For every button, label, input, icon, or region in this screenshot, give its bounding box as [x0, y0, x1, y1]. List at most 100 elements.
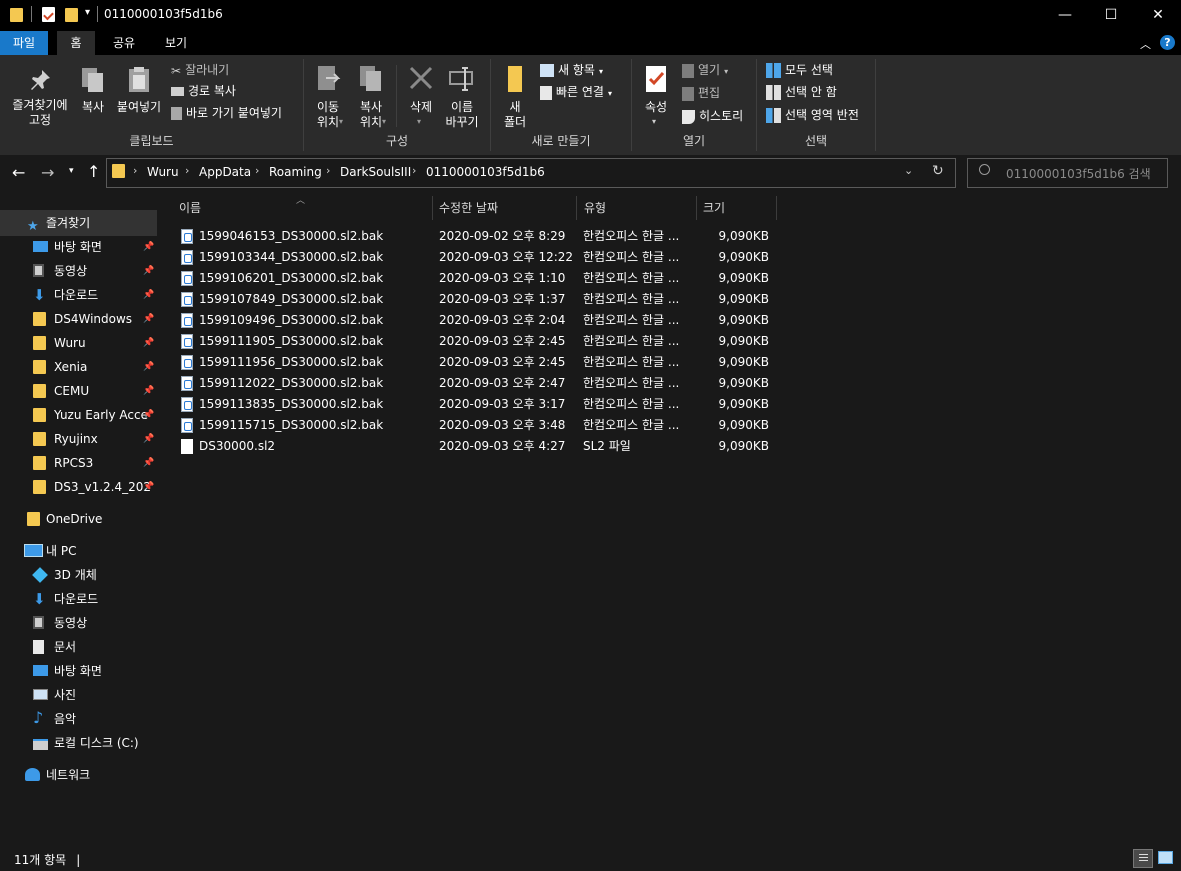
new-folder-quick-icon[interactable] — [65, 8, 78, 22]
edit-button[interactable]: 편집 — [682, 83, 720, 103]
paste-button[interactable]: 붙여넣기 — [114, 66, 164, 115]
history-button[interactable]: 히스토리 — [682, 106, 743, 126]
properties-button[interactable]: 속성 — [638, 64, 674, 115]
nav-pinned-item-0[interactable]: 바탕 화면 📌 — [0, 235, 157, 259]
address-history-chevron-icon[interactable]: ⌄ — [904, 164, 913, 177]
collapse-ribbon-icon[interactable]: ︿ — [1140, 36, 1151, 52]
minimize-button[interactable]: — — [1042, 0, 1088, 31]
nav-pc-item-0[interactable]: 3D 개체 — [0, 563, 157, 587]
pin-icon[interactable]: 📌 — [143, 451, 154, 475]
breadcrumb-item[interactable]: DarkSoulsIII — [340, 165, 411, 179]
pin-icon[interactable]: 📌 — [143, 475, 154, 499]
file-row[interactable]: 1599106201_DS30000.sl2.bak 2020-09-03 오후 … — [175, 268, 775, 289]
nav-quick-access[interactable]: ★ 즐겨찾기 — [0, 211, 157, 235]
delete-button[interactable]: 삭제 — [403, 64, 439, 115]
details-view-icon[interactable] — [1133, 849, 1153, 868]
nav-network[interactable]: 네트워크 — [0, 763, 157, 787]
new-folder-button[interactable]: 새 폴더 — [498, 64, 532, 130]
column-divider[interactable] — [432, 196, 433, 220]
breadcrumb-separator-icon[interactable]: › — [412, 164, 416, 177]
nav-pinned-item-3[interactable]: DS4Windows 📌 — [0, 307, 157, 331]
column-divider[interactable] — [576, 196, 577, 220]
nav-pinned-item-8[interactable]: Ryujinx 📌 — [0, 427, 157, 451]
file-row[interactable]: 1599103344_DS30000.sl2.bak 2020-09-03 오후 … — [175, 247, 775, 268]
maximize-button[interactable]: ☐ — [1088, 0, 1134, 31]
help-icon[interactable]: ? — [1160, 35, 1175, 50]
cut-button[interactable]: ✂ 잘라내기 — [171, 60, 229, 80]
pin-icon[interactable]: 📌 — [143, 403, 154, 427]
nav-pc-item-1[interactable]: ⬇ 다운로드 — [0, 587, 157, 611]
tab-file[interactable]: 파일 — [0, 31, 48, 55]
breadcrumb-item[interactable]: AppData — [199, 165, 251, 179]
file-row[interactable]: 1599112022_DS30000.sl2.bak 2020-09-03 오후 … — [175, 373, 775, 394]
breadcrumb-separator-icon[interactable]: › — [326, 164, 330, 177]
breadcrumb-separator-icon[interactable]: › — [255, 164, 259, 177]
pin-icon[interactable]: 📌 — [143, 235, 154, 259]
new-item-button[interactable]: 새 항목 ▾ — [540, 60, 603, 80]
pin-icon[interactable]: 📌 — [143, 307, 154, 331]
nav-pc-item-7[interactable]: 로컬 디스크 (C:) — [0, 731, 157, 755]
breadcrumb-item[interactable]: Wuru — [147, 165, 179, 179]
copy-path-button[interactable]: 경로 복사 — [171, 81, 236, 101]
file-row[interactable]: 1599107849_DS30000.sl2.bak 2020-09-03 오후 … — [175, 289, 775, 310]
nav-pinned-item-2[interactable]: ⬇ 다운로드 📌 — [0, 283, 157, 307]
column-divider[interactable] — [776, 196, 777, 220]
properties-quick-icon[interactable] — [42, 7, 55, 22]
breadcrumb-item[interactable]: Roaming — [269, 165, 322, 179]
file-row[interactable]: 1599046153_DS30000.sl2.bak 2020-09-02 오후 … — [175, 226, 775, 247]
pin-icon[interactable]: 📌 — [143, 283, 154, 307]
up-arrow-icon[interactable]: ↑ — [87, 162, 100, 181]
nav-pinned-item-7[interactable]: Yuzu Early Acce 📌 — [0, 403, 157, 427]
column-header-modified[interactable]: 수정한 날짜 — [439, 196, 498, 220]
nav-pc-item-3[interactable]: 문서 — [0, 635, 157, 659]
nav-pinned-item-6[interactable]: CEMU 📌 — [0, 379, 157, 403]
file-row[interactable]: 1599115715_DS30000.sl2.bak 2020-09-03 오후 … — [175, 415, 775, 436]
recent-locations-chevron-icon[interactable]: ▾ — [69, 166, 74, 176]
tab-view[interactable]: 보기 — [153, 31, 199, 55]
breadcrumb-separator-icon[interactable]: › — [185, 164, 189, 177]
large-icons-view-icon[interactable] — [1158, 851, 1173, 864]
nav-pinned-item-1[interactable]: 동영상 📌 — [0, 259, 157, 283]
file-row[interactable]: DS30000.sl2 2020-09-03 오후 4:27 SL2 파일 9,090… — [175, 436, 775, 457]
nav-pc-item-6[interactable]: ♪ 음악 — [0, 707, 157, 731]
nav-pc-item-2[interactable]: 동영상 — [0, 611, 157, 635]
pin-icon[interactable]: 📌 — [143, 259, 154, 283]
file-row[interactable]: 1599109496_DS30000.sl2.bak 2020-09-03 오후 … — [175, 310, 775, 331]
select-all-button[interactable]: 모두 선택 — [766, 60, 833, 80]
file-row[interactable]: 1599111905_DS30000.sl2.bak 2020-09-03 오후 … — [175, 331, 775, 352]
pin-to-quick-access-button[interactable]: 즐겨찾기에 고정 — [6, 68, 74, 128]
pin-icon[interactable]: 📌 — [143, 355, 154, 379]
pin-icon[interactable]: 📌 — [143, 331, 154, 355]
nav-pc-item-5[interactable]: 사진 — [0, 683, 157, 707]
column-header-size[interactable]: 크기 — [703, 196, 725, 220]
tab-share[interactable]: 공유 — [104, 31, 144, 55]
breadcrumb-separator-icon[interactable]: › — [133, 164, 137, 177]
column-header-name[interactable]: 이름 — [179, 196, 201, 220]
nav-pinned-item-10[interactable]: DS3_v1.2.4_202 📌 — [0, 475, 157, 499]
nav-pinned-item-5[interactable]: Xenia 📌 — [0, 355, 157, 379]
easy-access-button[interactable]: 빠른 연결 ▾ — [540, 82, 612, 102]
copy-button[interactable]: 복사 — [76, 66, 110, 115]
nav-pinned-item-9[interactable]: RPCS3 📌 — [0, 451, 157, 475]
select-none-button[interactable]: 선택 안 함 — [766, 82, 837, 102]
nav-pc-item-4[interactable]: 바탕 화면 — [0, 659, 157, 683]
nav-this-pc[interactable]: 내 PC — [0, 539, 157, 563]
breadcrumb-current[interactable]: 0110000103f5d1b6 — [426, 165, 545, 179]
back-arrow-icon[interactable]: ← — [12, 163, 25, 182]
refresh-icon[interactable]: ↻ — [932, 163, 944, 179]
paste-shortcut-button[interactable]: 바로 가기 붙여넣기 — [171, 103, 282, 123]
nav-onedrive[interactable]: OneDrive — [0, 507, 157, 531]
quick-access-toolbar-dropdown-icon[interactable]: ▾ — [85, 7, 90, 18]
pin-icon[interactable]: 📌 — [143, 427, 154, 451]
pin-icon[interactable]: 📌 — [143, 379, 154, 403]
tab-home[interactable]: 홈 — [57, 31, 95, 55]
rename-button[interactable]: 이름 바꾸기 — [442, 64, 482, 130]
open-button[interactable]: 열기 ▾ — [682, 60, 728, 80]
file-row[interactable]: 1599113835_DS30000.sl2.bak 2020-09-03 오후 … — [175, 394, 775, 415]
column-divider[interactable] — [696, 196, 697, 220]
forward-arrow-icon[interactable]: → — [41, 163, 54, 182]
column-header-type[interactable]: 유형 — [584, 196, 606, 220]
close-button[interactable]: ✕ — [1135, 0, 1181, 31]
nav-pinned-item-4[interactable]: Wuru 📌 — [0, 331, 157, 355]
invert-selection-button[interactable]: 선택 영역 반전 — [766, 105, 859, 125]
